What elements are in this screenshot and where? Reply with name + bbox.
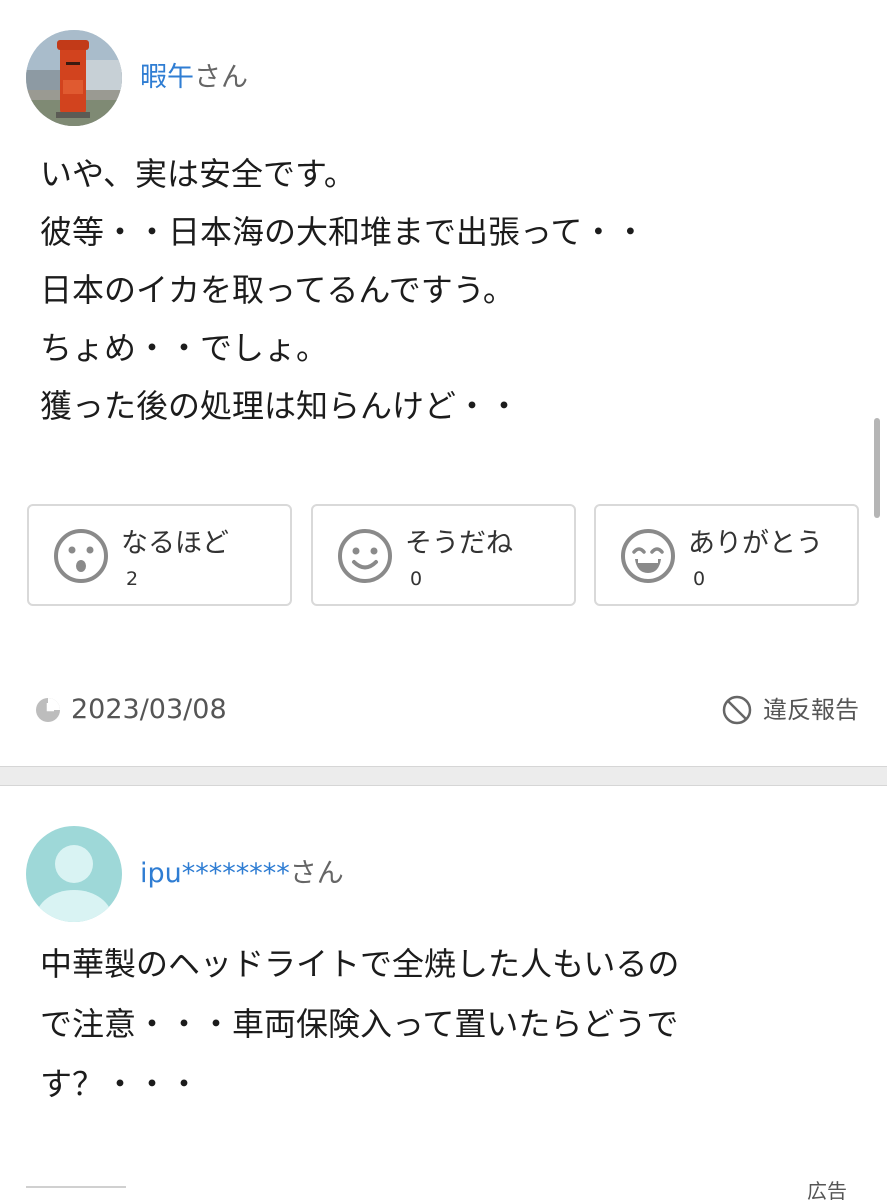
comment-line: 日本のイカを取ってるんですう。 [40,271,515,309]
scrollbar-thumb[interactable] [874,418,880,518]
comment-divider [0,766,887,786]
reaction-label: なるほど [121,528,229,559]
smile-face-icon [338,529,392,583]
user-name-row: ipu********さん [140,858,344,890]
honorific-suffix: さん [289,858,344,889]
username-link[interactable]: ipu******** [140,858,290,889]
reaction-count: 2 [126,568,139,590]
prohibited-icon [722,695,752,725]
report-label: 違反報告 [763,696,859,724]
comment-line: 中華製のヘッドライトで全焼した人もいるの [40,945,680,983]
postbox-avatar-image [26,30,122,126]
reaction-label: ありがとう [688,528,823,559]
comment-body: 中華製のヘッドライトで全焼した人もいるの で注意・・・車両保険入って置いたらどう… [40,934,679,1114]
surprised-face-icon [54,529,108,583]
reaction-naruhodo-button[interactable]: なるほど 2 [27,504,292,606]
comment-line: いや、実は安全です。 [40,155,356,193]
comment-line: 獲った後の処理は知らんけど・・ [40,387,521,425]
next-block-border [26,1186,126,1200]
reaction-soudane-button[interactable]: そうだね 0 [311,504,576,606]
comment-line: 彼等・・日本海の大和堆まで出張って・・ [40,213,647,251]
report-link[interactable]: 違反報告 [721,692,859,728]
honorific-suffix: さん [194,62,248,93]
comment-line: で注意・・・車両保険入って置いたらどうで [40,1005,679,1043]
comment-line: ちょめ・・でしょ。 [40,329,329,367]
user-avatar[interactable] [26,30,122,126]
reaction-label: そうだね [405,528,513,559]
user-avatar[interactable] [26,826,122,922]
next-block-edge: 広告 [0,1180,887,1200]
date-text: 2023/03/08 [71,694,227,725]
grin-face-icon [621,529,675,583]
user-name-row: 暇午さん [140,62,248,94]
reaction-buttons: なるほど 2 そうだね 0 ありがとう 0 [27,504,859,606]
comment-card: ipu********さん 中華製のヘッドライトで全焼した人もいるの で注意・・… [0,786,887,1200]
ad-label: 広告 [807,1179,847,1200]
reaction-arigatou-button[interactable]: ありがとう 0 [594,504,859,606]
comment-line: す？・・・ [40,1065,201,1103]
default-user-avatar-icon [26,826,122,922]
reaction-count: 0 [693,568,706,590]
clock-icon [36,698,60,722]
reaction-count: 0 [410,568,423,590]
username-link[interactable]: 暇午 [140,62,194,93]
post-date: 2023/03/08 [34,692,227,728]
comment-body: いや、実は安全です。 彼等・・日本海の大和堆まで出張って・・ 日本のイカを取って… [40,145,646,435]
comment-card: 暇午さん いや、実は安全です。 彼等・・日本海の大和堆まで出張って・・ 日本のイ… [0,0,887,766]
